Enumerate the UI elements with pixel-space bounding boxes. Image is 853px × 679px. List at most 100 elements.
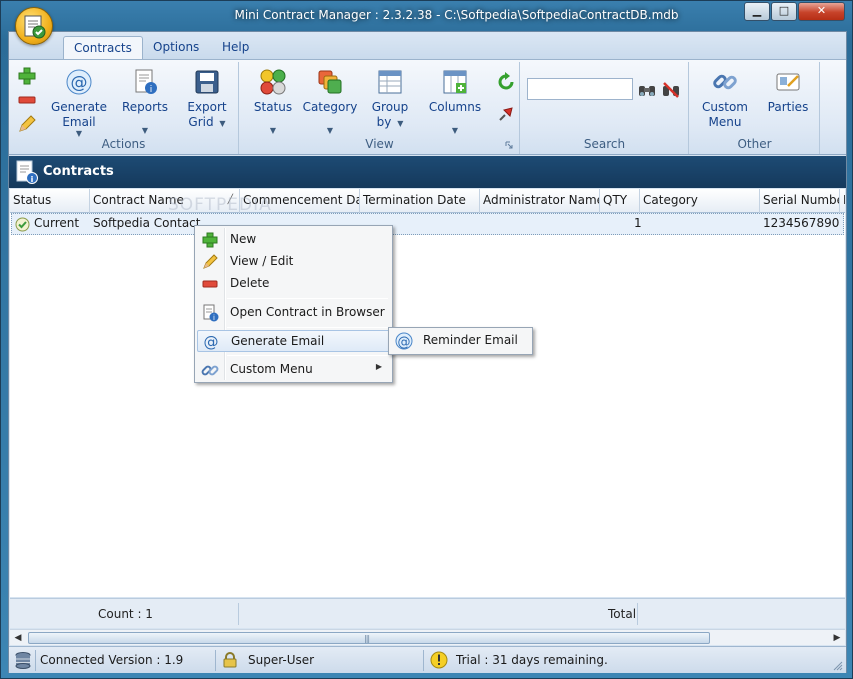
search-group-label: Search [583, 137, 626, 151]
contracts-grid[interactable]: Status Contract Name╱ Commencement Date … [10, 189, 845, 597]
group-by-button[interactable]: Group by ▼ [366, 68, 414, 130]
svg-text:i: i [213, 314, 215, 322]
cell-qty: 1 [634, 216, 642, 230]
tab-options[interactable]: Options [143, 36, 209, 60]
horizontal-scrollbar[interactable]: ◀ ||| ▶ [10, 629, 845, 645]
scrollbar-thumb[interactable]: ||| [28, 632, 710, 644]
submenu-arrow-icon: ▶ [375, 362, 382, 371]
edit-pencil-icon[interactable] [17, 114, 37, 134]
table-row[interactable]: Current Softpedia Contact 1 1234567890 [11, 213, 844, 235]
refresh-icon[interactable] [496, 72, 516, 92]
status-button[interactable]: Status ▼ [250, 68, 296, 135]
menu-item-custom-menu[interactable]: Custom Menu ▶ [197, 359, 390, 381]
pin-icon[interactable] [496, 104, 516, 124]
parties-card-icon [776, 73, 800, 91]
menu-item-view-edit[interactable]: View / Edit [197, 251, 390, 273]
menu-item-label: Generate Email [231, 334, 325, 348]
app-menu-orb-button[interactable] [15, 7, 53, 45]
category-button[interactable]: Category ▼ [302, 68, 358, 135]
column-header-termination-date[interactable]: Termination Date [360, 189, 480, 213]
ribbon-group-view: Status ▼ Category ▼ Group by ▼ Columns ▼… [240, 62, 520, 154]
contracts-panel-title: Contracts [43, 164, 114, 179]
add-icon[interactable] [17, 66, 37, 86]
cell-serial-number: 1234567890 [763, 216, 840, 230]
reports-button[interactable]: i Reports ▼ [119, 68, 171, 135]
svg-text:@: @ [71, 73, 88, 93]
menu-item-label: Custom Menu [230, 362, 313, 376]
chevron-down-icon: ▼ [326, 126, 334, 135]
menu-item-open-in-browser[interactable]: i Open Contract in Browser [197, 302, 390, 324]
search-input[interactable] [527, 78, 633, 100]
columns-table-icon [443, 70, 467, 94]
generate-email-label: Generate Email [50, 100, 108, 129]
edit-pencil-icon [203, 254, 218, 269]
menu-item-generate-email[interactable]: @ Generate Email [197, 330, 390, 352]
column-header-category[interactable]: Category [640, 189, 760, 213]
column-header-administrator-name[interactable]: Administrator Name [480, 189, 600, 213]
at-sign-icon: @ [204, 333, 219, 351]
svg-text:@: @ [204, 333, 219, 351]
export-grid-button[interactable]: Export Grid ▼ [181, 68, 233, 130]
status-divider [215, 650, 216, 671]
menu-item-new[interactable]: New [197, 229, 390, 251]
title-bar[interactable]: Mini Contract Manager : 2.3.2.38 - C:\So… [1, 1, 852, 31]
custom-menu-button[interactable]: Custom Menu [696, 68, 754, 130]
footer-divider [637, 603, 638, 625]
category-stack-icon [318, 70, 342, 94]
resize-grip-icon[interactable] [833, 661, 843, 671]
generate-email-submenu: @ Reminder Email [388, 327, 533, 355]
context-menu: New View / Edit Delete i Open Contract i… [194, 225, 393, 383]
menu-item-label: Reminder Email [423, 333, 518, 347]
user-role-text: Super-User [248, 653, 315, 667]
database-icon [15, 652, 31, 669]
parties-button[interactable]: Parties [762, 68, 814, 115]
watermark: SOFTPEDIA [168, 195, 272, 215]
chain-link-icon [713, 74, 737, 90]
grip-icon: ||| [364, 634, 370, 643]
menu-separator [227, 298, 388, 299]
delete-icon[interactable] [17, 90, 37, 110]
column-header-qty[interactable]: QTY [600, 189, 640, 213]
column-header-truncated[interactable]: P [840, 189, 845, 213]
scroll-right-arrow-icon[interactable]: ▶ [831, 632, 843, 644]
tab-help[interactable]: Help [212, 36, 259, 60]
ribbon-tab-strip: Contracts Options Help [9, 32, 846, 60]
menu-item-delete[interactable]: Delete [197, 273, 390, 295]
parties-label: Parties [767, 100, 809, 114]
category-label: Category [302, 100, 358, 114]
status-label: Status [253, 100, 293, 114]
minimize-button[interactable]: ▁ [744, 2, 770, 21]
menu-separator [227, 355, 388, 356]
generate-email-button[interactable]: @ Generate Email ▼ [49, 68, 109, 138]
scroll-left-arrow-icon[interactable]: ◀ [12, 632, 24, 644]
other-group-label: Other [737, 137, 772, 151]
contract-icon [24, 15, 46, 39]
maximize-button[interactable]: □ [771, 2, 797, 21]
contracts-document-icon: i [16, 160, 38, 184]
columns-button[interactable]: Columns ▼ [424, 68, 486, 135]
window-title: Mini Contract Manager : 2.3.2.38 - C:\So… [234, 8, 679, 22]
chevron-down-icon: ▼ [219, 119, 226, 128]
group-table-icon [378, 70, 402, 94]
column-header-serial-number[interactable]: Serial Number [760, 189, 840, 213]
menu-item-reminder-email[interactable]: @ Reminder Email [391, 330, 530, 352]
binoculars-icon[interactable] [637, 80, 657, 100]
chevron-down-icon: ▼ [451, 126, 459, 135]
current-status-icon [15, 217, 30, 232]
svg-text:i: i [31, 175, 34, 184]
ribbon-group-other: Custom Menu Parties Other [690, 62, 820, 154]
columns-label: Columns [428, 100, 482, 114]
custom-menu-label: Custom Menu [702, 100, 748, 129]
reports-label: Reports [121, 100, 169, 114]
status-divider [423, 650, 424, 671]
connection-status-text: Connected Version : 1.9 [40, 653, 184, 667]
menu-item-label: View / Edit [230, 254, 294, 268]
tab-contracts[interactable]: Contracts [63, 36, 143, 60]
menu-separator [227, 327, 388, 328]
column-header-status[interactable]: Status [10, 189, 90, 213]
actions-group-label: Actions [101, 137, 146, 151]
clear-search-icon[interactable] [661, 80, 681, 100]
close-button[interactable]: ✕ [798, 2, 845, 21]
at-sign-icon: @ [66, 69, 92, 95]
delete-icon [202, 280, 218, 288]
